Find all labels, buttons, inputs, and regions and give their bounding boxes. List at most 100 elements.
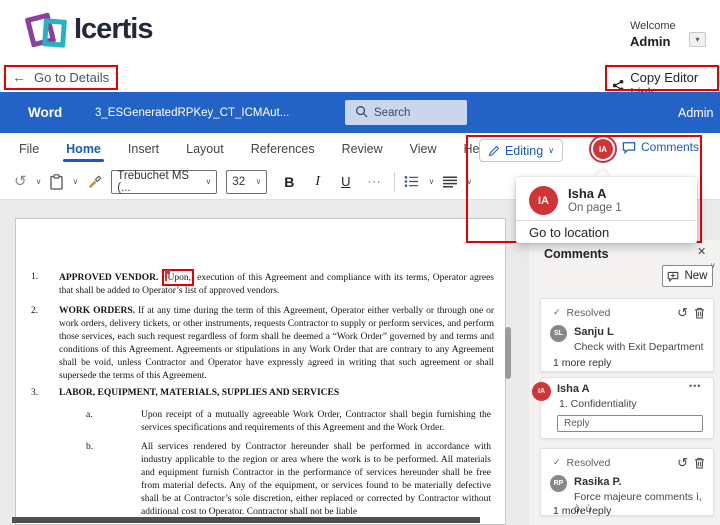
avatar-rp: RP xyxy=(550,475,567,492)
icertis-logo: Icertis xyxy=(24,5,194,60)
popup-user-name: Isha A xyxy=(568,186,607,201)
resolved-label: Resolved xyxy=(567,457,611,469)
new-comment-label: New xyxy=(684,270,707,282)
logo-square-teal-icon xyxy=(42,18,67,48)
popup-user-location: On page 1 xyxy=(568,202,622,214)
tab-layout[interactable]: Layout xyxy=(185,138,225,160)
comment-text: 1. Confidentiality xyxy=(559,398,637,410)
resolved-label: Resolved xyxy=(567,307,611,319)
bullet-list-icon[interactable] xyxy=(404,175,419,188)
toolbar-divider xyxy=(394,172,395,192)
comment-author: Rasika P. xyxy=(574,476,622,488)
go-to-details-link[interactable]: ← Go to Details xyxy=(12,69,109,85)
trash-icon[interactable] xyxy=(694,307,705,319)
collab-cursor-isha xyxy=(165,271,167,281)
reply-input[interactable] xyxy=(557,415,703,432)
tab-home[interactable]: Home xyxy=(65,138,102,160)
paste-clipboard-icon[interactable] xyxy=(50,174,63,190)
undo-icon[interactable]: ↺ xyxy=(14,174,27,189)
document-page[interactable]: 1. APPROVED VENDOR. Upon, execution of t… xyxy=(15,218,506,525)
vertical-scrollbar-thumb[interactable] xyxy=(505,327,511,379)
comments-toggle-button[interactable]: Comments xyxy=(622,140,699,154)
list-number: 3. xyxy=(31,387,38,400)
list-number: 1. xyxy=(31,271,38,284)
clause-title: WORK ORDERS. xyxy=(59,306,135,316)
tab-file[interactable]: File xyxy=(18,138,40,160)
trash-icon[interactable] xyxy=(694,457,705,469)
go-to-location-link[interactable]: Go to location xyxy=(529,225,609,240)
more-replies-link[interactable]: 1 more reply xyxy=(553,505,611,517)
avatar-sl: SL xyxy=(550,325,567,342)
bullet-list-chevron-icon[interactable]: ∨ xyxy=(428,177,434,186)
search-icon xyxy=(355,105,368,118)
word-app-name: Word xyxy=(28,105,62,120)
tab-review[interactable]: Review xyxy=(341,138,384,160)
bold-button[interactable]: B xyxy=(284,174,294,190)
font-size-select[interactable]: 32∨ xyxy=(226,170,267,194)
doc-paragraph-2: 2. WORK ORDERS. If at any time during th… xyxy=(31,305,494,383)
align-chevron-icon[interactable]: ∨ xyxy=(466,177,472,186)
clause-text: If at any time during the term of this A… xyxy=(59,306,494,381)
resolved-row: ✓ Resolved ↺ xyxy=(541,449,713,473)
editing-mode-button[interactable]: Editing ∨ xyxy=(479,139,563,162)
undo-chevron-icon[interactable]: ∨ xyxy=(36,177,42,186)
more-formatting-icon[interactable]: ··· xyxy=(367,176,381,188)
comment-thread-rasika[interactable]: ✓ Resolved ↺ RP Rasika P. Force majeure … xyxy=(540,448,714,516)
popup-avatar-ia: IA xyxy=(529,186,558,215)
doc-subparagraph-a: a. Upon receipt of a mutually agreeable … xyxy=(86,409,491,435)
presence-popup: IA Isha A On page 1 Go to location xyxy=(516,177,697,243)
doc-paragraph-1: 1. APPROVED VENDOR. Upon, execution of t… xyxy=(31,271,494,298)
comment-menu-icon[interactable]: ••• xyxy=(689,381,701,391)
document-filename[interactable]: 3_ESGeneratedRPKey_CT_ICMAut... xyxy=(95,107,289,119)
close-icon[interactable]: ✕ xyxy=(697,245,706,258)
paste-chevron-icon[interactable]: ∨ xyxy=(72,177,78,186)
clause-text: All services rendered by Contractor here… xyxy=(141,441,491,519)
tab-insert[interactable]: Insert xyxy=(127,138,160,160)
avatar-ia: IA xyxy=(532,382,551,401)
clause-title: APPROVED VENDOR. xyxy=(59,273,158,283)
doc-paragraph-3: 3. LABOR, EQUIPMENT, MATERIALS, SUPPLIES… xyxy=(31,387,494,400)
account-name[interactable]: Admin xyxy=(678,106,713,120)
boxed-word: Upon, xyxy=(168,273,192,283)
comments-panel-title: Comments xyxy=(544,247,609,261)
annotation-box-upon: Upon, xyxy=(162,269,195,286)
check-icon: ✓ xyxy=(553,457,561,468)
underline-button[interactable]: U xyxy=(341,174,350,189)
new-comment-button[interactable]: New xyxy=(662,265,713,287)
editing-label: Editing xyxy=(505,144,543,158)
comment-bubble-icon xyxy=(622,141,636,154)
comment-author: Sanju L xyxy=(574,326,614,338)
new-comment-icon xyxy=(667,271,679,282)
user-name: Admin xyxy=(630,34,670,49)
font-name-select[interactable]: Trebuchet MS (...∨ xyxy=(111,170,217,194)
comments-label: Comments xyxy=(641,140,699,154)
horizontal-scrollbar[interactable] xyxy=(12,517,480,523)
user-menu-caret[interactable]: ▾ xyxy=(689,32,706,47)
presence-avatar-ia[interactable]: IA xyxy=(593,139,613,159)
welcome-label: Welcome xyxy=(630,20,676,32)
resolved-row: ✓ Resolved ↺ xyxy=(541,299,713,323)
comment-author: Isha A xyxy=(557,383,590,395)
reopen-icon[interactable]: ↺ xyxy=(677,306,688,319)
reopen-icon[interactable]: ↺ xyxy=(677,456,688,469)
list-number: 2. xyxy=(31,305,38,318)
back-arrow-icon: ← xyxy=(12,69,26,85)
go-to-details-label: Go to Details xyxy=(34,70,109,85)
popup-divider xyxy=(516,220,697,221)
app-window: Icertis Welcome Admin ▾ ← Go to Details … xyxy=(0,0,720,525)
format-painter-icon[interactable] xyxy=(87,174,102,189)
italic-button[interactable]: I xyxy=(315,174,320,190)
tab-references[interactable]: References xyxy=(250,138,316,160)
chevron-down-icon: ∨ xyxy=(548,146,554,155)
chevron-down-icon: ∨ xyxy=(205,177,211,186)
more-replies-link[interactable]: 1 more reply xyxy=(553,357,611,369)
tab-view[interactable]: View xyxy=(409,138,438,160)
clause-title: LABOR, EQUIPMENT, MATERIALS, SUPPLIES AN… xyxy=(59,388,339,398)
chevron-down-icon: ∨ xyxy=(255,177,261,186)
comment-thread-isha[interactable]: IA Isha A ••• 1. Confidentiality xyxy=(540,377,714,439)
comment-thread-sanju[interactable]: ✓ Resolved ↺ SL Sanju L Check with Exit … xyxy=(540,298,714,372)
align-justify-icon[interactable] xyxy=(443,176,457,188)
brand-name: Icertis xyxy=(74,13,152,46)
pencil-icon xyxy=(488,145,500,157)
doc-subparagraph-b: b. All services rendered by Contractor h… xyxy=(86,441,491,519)
